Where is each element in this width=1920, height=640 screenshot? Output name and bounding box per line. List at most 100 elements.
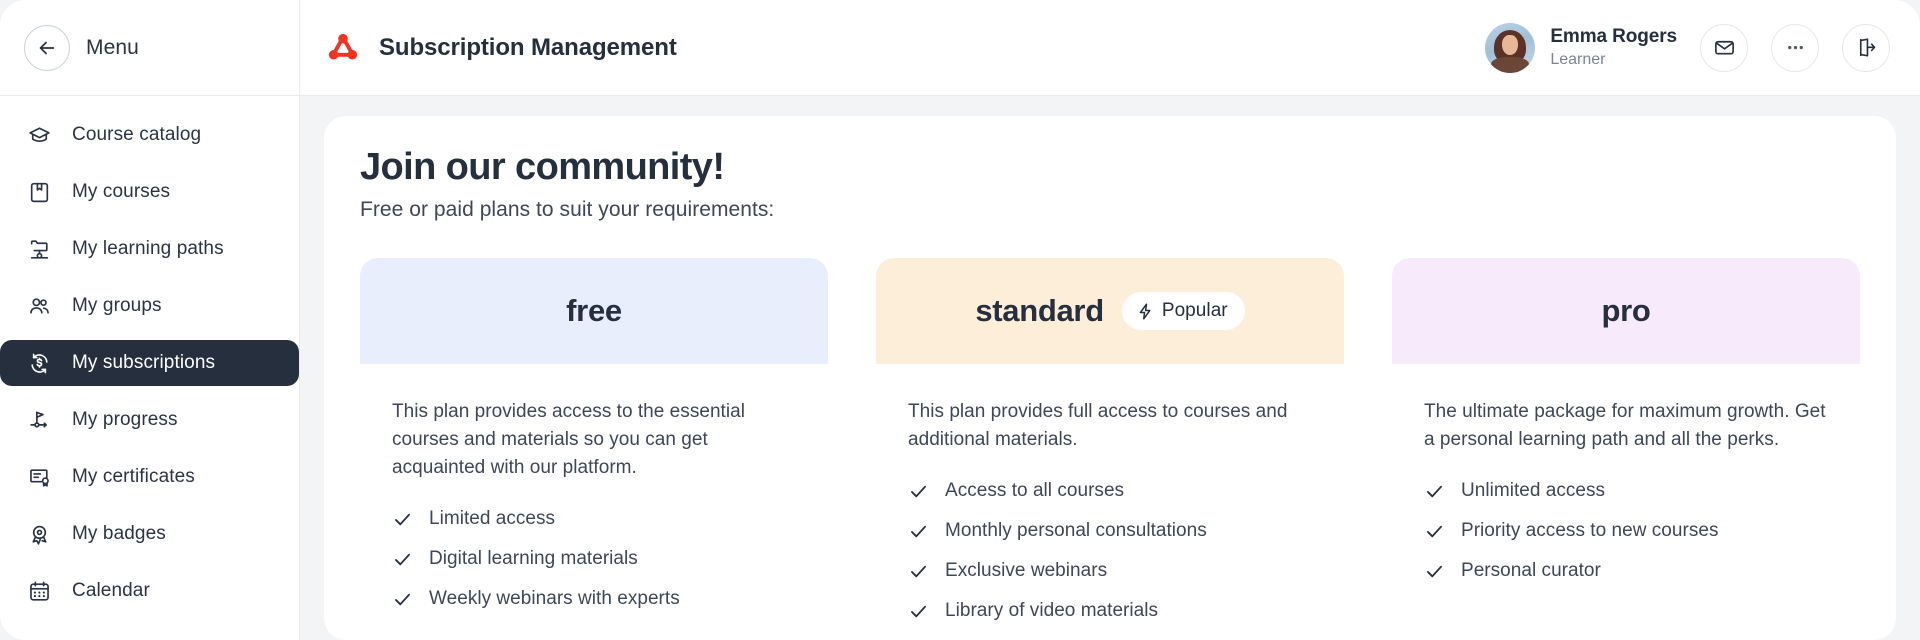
learning-path-icon (26, 236, 52, 262)
back-button[interactable] (24, 24, 70, 71)
page-subtitle: Free or paid plans to suit your requirem… (360, 198, 775, 221)
sidebar-item-my-learning-paths[interactable]: My learning paths (0, 226, 299, 272)
certificate-icon (26, 464, 52, 490)
list-item: Personal curator (1424, 560, 1828, 582)
more-icon (1787, 45, 1803, 50)
check-icon (395, 593, 410, 605)
flag-progress-icon (26, 407, 52, 433)
user-meta: Emma Rogers Learner (1550, 25, 1677, 71)
graduation-cap-icon (26, 122, 52, 148)
plan-card-pro[interactable]: pro The ultimate package for maximum gro… (1392, 258, 1860, 640)
badge-label: Popular (1161, 300, 1228, 321)
sidebar-nav: Course catalog My courses My learning pa… (0, 96, 299, 614)
sidebar-item-label: My certificates (72, 466, 195, 487)
list-item: Exclusive webinars (908, 560, 1312, 582)
avatar-body (1491, 56, 1530, 73)
sidebar-item-my-courses[interactable]: My courses (0, 169, 299, 215)
check-icon (1427, 565, 1442, 578)
sidebar-item-label: My learning paths (72, 238, 224, 259)
sidebar-item-my-badges[interactable]: My badges (0, 511, 299, 557)
list-item: Limited access (392, 508, 796, 530)
list-item: Digital learning materials (392, 548, 796, 570)
sidebar-item-label: My subscriptions (72, 352, 216, 373)
plan-name: free (566, 293, 622, 328)
plan-feature-list: Limited access Digital learning material… (392, 508, 796, 610)
feature-label: Limited access (429, 507, 556, 529)
people-icon (26, 293, 52, 319)
lightning-bolt-icon (1139, 302, 1151, 320)
logout-icon (1859, 38, 1875, 57)
list-item: Weekly webinars with experts (392, 588, 796, 610)
plan-description: This plan provides access to the essenti… (392, 401, 745, 478)
plan-description: The ultimate package for maximum growth.… (1424, 401, 1826, 450)
plan-card-free[interactable]: free This plan provides access to the es… (360, 258, 828, 640)
logout-button[interactable] (1842, 23, 1890, 72)
list-item: Unlimited access (1424, 480, 1828, 502)
sidebar: Menu Course catalog My courses My learni… (0, 0, 300, 640)
check-icon (395, 553, 410, 565)
sidebar-item-calendar[interactable]: Calendar (0, 568, 299, 614)
plan-header: free (360, 258, 828, 364)
brand: Subscription Management (300, 31, 677, 65)
feature-label: Weekly webinars with experts (429, 587, 680, 609)
calendar-icon (26, 578, 52, 604)
sidebar-item-label: My courses (72, 181, 171, 202)
list-item: Library of video materials (908, 600, 1312, 622)
menu-label: Menu (86, 35, 139, 59)
check-icon (1427, 525, 1442, 538)
mail-button[interactable] (1700, 23, 1748, 72)
page-title: Join our community! (360, 146, 725, 188)
plan-body: This plan provides full access to course… (876, 364, 1344, 622)
plan-feature-list: Access to all courses Monthly personal c… (908, 480, 1312, 622)
avatar[interactable] (1485, 22, 1536, 73)
list-item: Priority access to new courses (1424, 520, 1828, 542)
check-icon (911, 605, 926, 618)
content-panel: Join our community! Free or paid plans t… (324, 116, 1896, 640)
sidebar-item-label: My badges (72, 523, 166, 544)
sidebar-item-label: My progress (72, 409, 178, 430)
plan-name: pro (1601, 293, 1651, 328)
feature-label: Personal curator (1461, 559, 1601, 581)
sidebar-item-label: Course catalog (72, 124, 202, 145)
plan-header: pro (1392, 258, 1860, 364)
check-icon (1427, 485, 1442, 498)
plan-body: The ultimate package for maximum growth.… (1392, 364, 1860, 582)
badge-icon (26, 521, 52, 547)
header-right: Emma Rogers Learner (1485, 22, 1920, 73)
app-window: Menu Course catalog My courses My learni… (0, 0, 1920, 640)
sidebar-menu-header: Menu (0, 0, 299, 96)
feature-label: Monthly personal consultations (945, 519, 1207, 541)
arrow-left-icon (39, 41, 55, 54)
plans-row: free This plan provides access to the es… (360, 258, 1860, 640)
plan-name: standard (975, 293, 1104, 328)
feature-label: Digital learning materials (429, 547, 638, 569)
mail-icon (1714, 40, 1734, 55)
status-badge: Popular (1121, 292, 1245, 330)
plan-card-standard[interactable]: standard Popular This plan provides full… (876, 258, 1344, 640)
feature-label: Priority access to new courses (1461, 519, 1719, 541)
list-item: Access to all courses (908, 480, 1312, 502)
check-icon (911, 485, 926, 498)
plan-description: This plan provides full access to course… (908, 401, 1288, 450)
feature-label: Access to all courses (945, 479, 1125, 501)
user-role: Learner (1550, 51, 1606, 69)
feature-label: Unlimited access (1461, 479, 1606, 501)
sidebar-item-my-groups[interactable]: My groups (0, 283, 299, 329)
sidebar-item-my-certificates[interactable]: My certificates (0, 454, 299, 500)
list-item: Monthly personal consultations (908, 520, 1312, 542)
sidebar-item-my-progress[interactable]: My progress (0, 397, 299, 443)
check-icon (911, 525, 926, 538)
subscription-icon (26, 350, 52, 376)
avatar-face (1502, 34, 1519, 55)
plan-header: standard Popular (876, 258, 1344, 364)
check-icon (911, 565, 926, 578)
top-header: Subscription Management Emma Rogers Lear… (300, 0, 1920, 96)
sidebar-item-course-catalog[interactable]: Course catalog (0, 112, 299, 158)
sidebar-item-my-subscriptions[interactable]: My subscriptions (0, 340, 299, 386)
feature-label: Library of video materials (945, 599, 1159, 621)
more-options-button[interactable] (1771, 23, 1819, 72)
sidebar-item-label: My groups (72, 295, 162, 316)
page-title-header: Subscription Management (379, 33, 677, 61)
sidebar-item-label: Calendar (72, 580, 150, 601)
feature-label: Exclusive webinars (945, 559, 1108, 581)
